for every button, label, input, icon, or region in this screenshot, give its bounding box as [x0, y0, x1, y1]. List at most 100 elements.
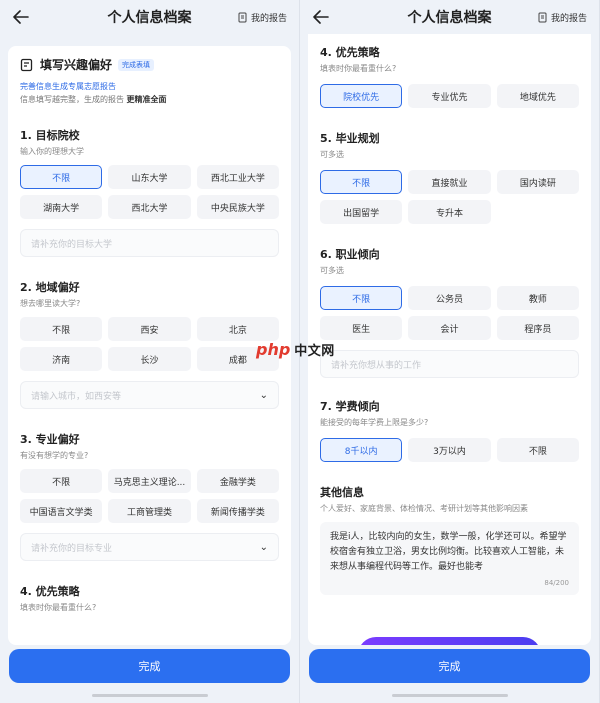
option-major[interactable]: 金融学类: [196, 469, 279, 493]
my-report-button[interactable]: 我的报告: [534, 7, 591, 27]
option-job[interactable]: 医生: [320, 316, 403, 340]
section-strategy-preview: 4. 优先策略 填表时你最看重什么?: [8, 583, 291, 613]
other-info-text: 我是i人，比较内向的女生，数学一般，化学还可以。希望学校宿舍有独立卫浴，男女比例…: [330, 532, 567, 572]
watermark-text: 中文网: [294, 344, 335, 359]
option-job-unlimited[interactable]: 不限: [320, 286, 403, 310]
my-report-label: 我的报告: [250, 13, 287, 24]
section-target-school: 1. 目标院校 输入你的理想大学 不限 山东大学 西北工业大学 湖南大学 西北大…: [8, 127, 291, 257]
my-report-label: 我的报告: [550, 13, 587, 24]
section-subtitle: 可多选: [320, 266, 344, 275]
header: 个人信息档案 我的报告: [300, 0, 599, 34]
option-major[interactable]: 工商管理类: [108, 499, 191, 523]
region-input[interactable]: 请输入城市，如西安等 ⌄: [20, 381, 279, 409]
form-card: 4. 优先策略 填表时你最看重什么? 院校优先 专业优先 地域优先 5. 毕业规…: [308, 34, 591, 645]
option-career-unlimited[interactable]: 不限: [320, 170, 403, 194]
option-career[interactable]: 直接就业: [408, 170, 491, 194]
option-strategy-major[interactable]: 专业优先: [408, 84, 491, 108]
option-job[interactable]: 公务员: [408, 286, 491, 310]
section-subtitle: 填表时你最看重什么?: [20, 603, 97, 612]
left-screen: 个人信息档案 我的报告 填写兴趣偏好 完成表填 完善信息生成专属志愿报告 信息填…: [0, 0, 300, 703]
option-school[interactable]: 山东大学: [108, 165, 191, 189]
intro-title: 填写兴趣偏好: [40, 58, 113, 72]
section-job: 6. 职业倾向 可多选 不限 公务员 教师 医生 会计 程序员 请补充你想从事的…: [308, 246, 591, 378]
option-job[interactable]: 教师: [496, 286, 579, 310]
section-other: 其他信息 个人爱好、家庭背景、体检情况、考研计划等其他影响因素 我是i人，比较内…: [308, 484, 591, 595]
option-region[interactable]: 长沙: [108, 347, 191, 371]
header: 个人信息档案 我的报告: [0, 0, 299, 34]
back-button[interactable]: [308, 4, 334, 30]
char-count: 84/200: [544, 579, 569, 587]
option-major[interactable]: 新闻传播学类: [196, 499, 279, 523]
section-subtitle: 可多选: [320, 150, 344, 159]
major-input[interactable]: 请补充你的目标专业 ⌄: [20, 533, 279, 561]
chevron-down-icon: ⌄: [259, 541, 268, 553]
option-region-unlimited[interactable]: 不限: [20, 317, 103, 341]
section-title: 5. 毕业规划: [320, 132, 380, 145]
home-indicator: [91, 694, 208, 697]
school-input[interactable]: 请补充你的目标大学: [20, 229, 279, 257]
section-subtitle: 输入你的理想大学: [20, 147, 84, 156]
option-school[interactable]: 湖南大学: [20, 195, 103, 219]
option-region[interactable]: 济南: [20, 347, 103, 371]
other-info-textarea[interactable]: 我是i人，比较内向的女生，数学一般，化学还可以。希望学校宿舍有独立卫浴，男女比例…: [320, 522, 579, 595]
option-tuition-8k[interactable]: 8千以内: [320, 438, 403, 462]
section-subtitle: 有没有想学的专业?: [20, 451, 89, 460]
back-button[interactable]: [8, 4, 34, 30]
option-region[interactable]: 北京: [196, 317, 279, 341]
section-title: 4. 优先策略: [20, 585, 80, 598]
bottom-bar: 完成: [300, 645, 599, 703]
option-major[interactable]: 中国语言文学类: [20, 499, 103, 523]
option-strategy-school[interactable]: 院校优先: [320, 84, 403, 108]
option-career[interactable]: 出国留学: [320, 200, 403, 224]
right-screen: 个人信息档案 我的报告 4. 优先策略 填表时你最看重什么? 院校优先 专业优先…: [300, 0, 600, 703]
chevron-down-icon: ⌄: [259, 389, 268, 401]
report-icon: [238, 12, 247, 22]
option-major[interactable]: 马克思主义理论...: [108, 469, 191, 493]
option-major-unlimited[interactable]: 不限: [20, 469, 103, 493]
section-title: 6. 职业倾向: [320, 248, 380, 261]
option-school-unlimited[interactable]: 不限: [20, 165, 103, 189]
section-title: 1. 目标院校: [20, 129, 80, 142]
bottom-bar: 完成: [0, 645, 299, 703]
option-career[interactable]: 国内读研: [496, 170, 579, 194]
option-job[interactable]: 会计: [408, 316, 491, 340]
watermark: php 中文网: [256, 340, 335, 359]
form-card: 填写兴趣偏好 完成表填 完善信息生成专属志愿报告 信息填写越完整，生成的报告 更…: [8, 46, 291, 645]
section-career: 5. 毕业规划 可多选 不限 直接就业 国内读研 出国留学 专升本: [308, 130, 591, 224]
section-major: 3. 专业偏好 有没有想学的专业? 不限 马克思主义理论... 金融学类 中国语…: [8, 431, 291, 561]
option-tuition-unlimited[interactable]: 不限: [496, 438, 579, 462]
option-job[interactable]: 程序员: [496, 316, 579, 340]
report-icon: [538, 12, 547, 22]
section-title: 7. 学费倾向: [320, 400, 380, 413]
intro-block: 填写兴趣偏好 完成表填 完善信息生成专属志愿报告 信息填写越完整，生成的报告 更…: [8, 46, 291, 105]
section-title: 2. 地域偏好: [20, 281, 80, 294]
intro-hint: 完善信息生成专属志愿报告: [20, 82, 116, 91]
section-region: 2. 地域偏好 想去哪里读大学? 不限 西安 北京 济南 长沙 成都 请输入城市…: [8, 279, 291, 409]
section-title: 其他信息: [320, 486, 364, 499]
section-strategy: 4. 优先策略 填表时你最看重什么? 院校优先 专业优先 地域优先: [308, 44, 591, 108]
section-tuition: 7. 学费倾向 能接受的每年学费上限是多少? 8千以内 3万以内 不限: [308, 398, 591, 462]
my-report-button[interactable]: 我的报告: [234, 7, 291, 27]
edit-form-icon: [20, 58, 33, 71]
section-subtitle: 能接受的每年学费上限是多少?: [320, 418, 429, 427]
section-subtitle: 个人爱好、家庭背景、体检情况、考研计划等其他影响因素: [320, 504, 528, 513]
job-input[interactable]: 请补充你想从事的工作: [320, 350, 579, 378]
intro-desc: 信息填写越完整，生成的报告 更精准全面: [20, 95, 167, 104]
section-subtitle: 想去哪里读大学?: [20, 299, 81, 308]
done-button[interactable]: 完成: [9, 649, 290, 683]
option-strategy-region[interactable]: 地域优先: [496, 84, 579, 108]
status-badge: 完成表填: [118, 58, 155, 71]
option-tuition-30k[interactable]: 3万以内: [408, 438, 491, 462]
option-region[interactable]: 西安: [108, 317, 191, 341]
option-school[interactable]: 西北大学: [108, 195, 191, 219]
section-subtitle: 填表时你最看重什么?: [320, 64, 397, 73]
back-arrow-icon: [13, 10, 29, 24]
back-arrow-icon: [313, 10, 329, 24]
option-school[interactable]: 西北工业大学: [196, 165, 279, 189]
option-career[interactable]: 专升本: [408, 200, 491, 224]
section-title: 3. 专业偏好: [20, 433, 80, 446]
watermark-logo: php: [256, 340, 291, 359]
done-button[interactable]: 完成: [309, 649, 590, 683]
option-school[interactable]: 中央民族大学: [196, 195, 279, 219]
section-title: 4. 优先策略: [320, 46, 380, 59]
